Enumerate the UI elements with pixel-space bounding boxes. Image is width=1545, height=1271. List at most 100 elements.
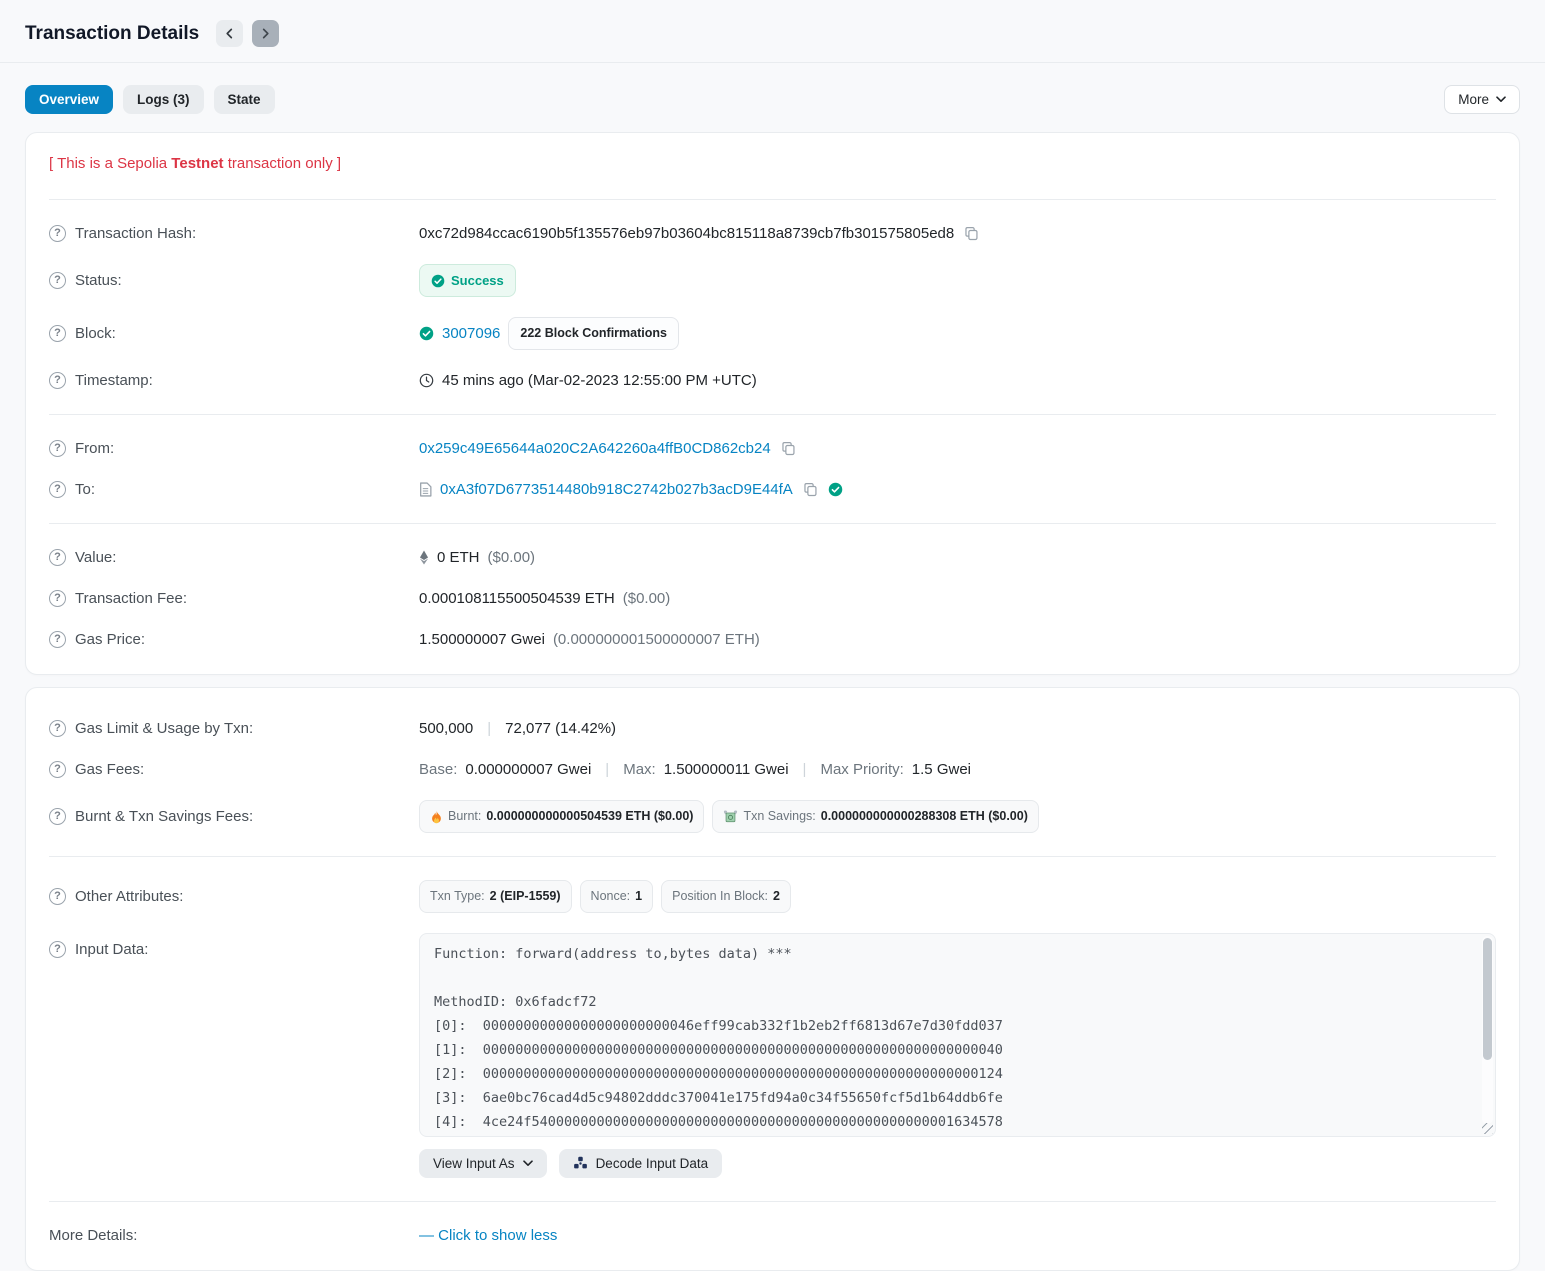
- block-confirmations-badge: 222 Block Confirmations: [508, 317, 679, 350]
- help-icon[interactable]: ?: [49, 325, 66, 342]
- copy-hash-button[interactable]: [962, 226, 981, 241]
- help-icon[interactable]: ?: [49, 888, 66, 905]
- value-label: Value:: [75, 547, 116, 568]
- page-header: Transaction Details: [0, 0, 1545, 63]
- burnt-value: 0.000000000000504539 ETH ($0.00): [486, 806, 693, 827]
- eth-icon: [419, 550, 429, 565]
- txn-savings-value: 0.000000000000288308 ETH ($0.00): [821, 806, 1028, 827]
- gas-price-eth: (0.000000001500000007 ETH): [553, 629, 760, 650]
- transaction-hash-value: 0xc72d984ccac6190b5f135576eb97b03604bc81…: [419, 223, 954, 244]
- details-card: ? Gas Limit & Usage by Txn: 500,000 | 72…: [25, 687, 1520, 1271]
- divider: [49, 1201, 1496, 1202]
- gas-limit-label: Gas Limit & Usage by Txn:: [75, 718, 253, 739]
- clock-icon: [419, 373, 434, 388]
- input-data-label: Input Data:: [75, 939, 148, 960]
- fire-icon: [430, 810, 443, 824]
- gas-price-amount: 1.500000007 Gwei: [419, 629, 545, 650]
- burnt-savings-label: Burnt & Txn Savings Fees:: [75, 806, 253, 827]
- chevron-left-icon: [224, 28, 235, 39]
- txn-savings-badge: Txn Savings: 0.000000000000288308 ETH ($…: [712, 800, 1038, 833]
- position-value: 2: [773, 886, 780, 907]
- to-address-link[interactable]: 0xA3f07D6773514480b918C2742b027b3acD9E44…: [440, 479, 793, 500]
- block-number-link[interactable]: 3007096: [442, 323, 500, 344]
- transaction-fee-amount: 0.000108115500504539 ETH: [419, 588, 615, 609]
- view-input-as-button[interactable]: View Input As: [419, 1149, 547, 1178]
- help-icon[interactable]: ?: [49, 761, 66, 778]
- max-priority-fee-value: 1.5 Gwei: [912, 759, 971, 780]
- base-fee-label: Base:: [419, 759, 457, 780]
- check-circle-icon: [431, 274, 445, 288]
- input-data-code: Function: forward(address to,bytes data)…: [420, 934, 1495, 1137]
- testnet-notice: [ This is a Sepolia Testnet transaction …: [49, 153, 1496, 186]
- help-icon[interactable]: ?: [49, 941, 66, 958]
- previous-transaction-button[interactable]: [216, 20, 243, 47]
- help-icon[interactable]: ?: [49, 225, 66, 242]
- row-to: ? To: 0xA3f07D6773514480b918C2742b027b3a…: [49, 469, 1496, 510]
- help-icon[interactable]: ?: [49, 720, 66, 737]
- more-label: More: [1458, 92, 1489, 107]
- value-usd: ($0.00): [488, 547, 536, 568]
- row-gas-fees: ? Gas Fees: Base: 0.000000007 Gwei | Max…: [49, 749, 1496, 790]
- more-dropdown-button[interactable]: More: [1444, 85, 1520, 114]
- view-input-as-label: View Input As: [433, 1156, 515, 1171]
- timestamp-label: Timestamp:: [75, 370, 153, 391]
- copy-to-address-button[interactable]: [801, 482, 820, 497]
- tab-state[interactable]: State: [214, 85, 275, 114]
- help-icon[interactable]: ?: [49, 549, 66, 566]
- money-with-wings-icon: [723, 810, 738, 823]
- nonce-label: Nonce:: [591, 886, 631, 907]
- row-block: ? Block: 3007096 222 Block Confirmations: [49, 307, 1496, 360]
- position-in-block-badge: Position In Block: 2: [661, 880, 791, 913]
- scrollbar-thumb[interactable]: [1483, 938, 1492, 1060]
- divider: [49, 856, 1496, 857]
- burnt-label: Burnt:: [448, 806, 481, 827]
- decode-input-data-label: Decode Input Data: [596, 1156, 709, 1171]
- gas-price-label: Gas Price:: [75, 629, 145, 650]
- block-label: Block:: [75, 323, 116, 344]
- row-gas-limit: ? Gas Limit & Usage by Txn: 500,000 | 72…: [49, 708, 1496, 749]
- verified-check-icon: [828, 482, 843, 497]
- separator: |: [797, 759, 813, 780]
- chevron-down-icon: [1496, 96, 1506, 103]
- copy-from-address-button[interactable]: [779, 441, 798, 456]
- tab-overview[interactable]: Overview: [25, 85, 113, 114]
- transaction-fee-usd: ($0.00): [623, 588, 671, 609]
- tab-logs[interactable]: Logs (3): [123, 85, 204, 114]
- scrollbar-track[interactable]: [1482, 936, 1493, 1124]
- copy-icon: [964, 226, 979, 241]
- input-data-textarea[interactable]: Function: forward(address to,bytes data)…: [419, 933, 1496, 1137]
- row-transaction-hash: ? Transaction Hash: 0xc72d984ccac6190b5f…: [49, 213, 1496, 254]
- next-transaction-button[interactable]: [252, 20, 279, 47]
- help-icon[interactable]: ?: [49, 272, 66, 289]
- nonce-value: 1: [635, 886, 642, 907]
- value-amount: 0 ETH: [437, 547, 480, 568]
- max-fee-label: Max:: [623, 759, 656, 780]
- divider: [49, 414, 1496, 415]
- contract-file-icon: [419, 482, 432, 497]
- row-input-data: ? Input Data: Function: forward(address …: [49, 923, 1496, 1188]
- copy-icon: [781, 441, 796, 456]
- resize-grip[interactable]: [1482, 1123, 1493, 1134]
- decode-input-data-button[interactable]: Decode Input Data: [559, 1149, 723, 1178]
- help-icon[interactable]: ?: [49, 440, 66, 457]
- separator: |: [481, 718, 497, 739]
- row-value: ? Value: 0 ETH ($0.00): [49, 537, 1496, 578]
- help-icon[interactable]: ?: [49, 481, 66, 498]
- max-priority-fee-label: Max Priority:: [820, 759, 903, 780]
- overview-card: [ This is a Sepolia Testnet transaction …: [25, 132, 1520, 675]
- txn-savings-label: Txn Savings:: [743, 806, 815, 827]
- row-burnt-savings: ? Burnt & Txn Savings Fees: Burnt: 0.000…: [49, 790, 1496, 843]
- txn-type-value: 2 (EIP-1559): [490, 886, 561, 907]
- check-circle-icon: [419, 326, 434, 341]
- help-icon[interactable]: ?: [49, 372, 66, 389]
- position-label: Position In Block:: [672, 886, 768, 907]
- help-icon[interactable]: ?: [49, 808, 66, 825]
- separator: |: [599, 759, 615, 780]
- from-address-link[interactable]: 0x259c49E65644a020C2A642260a4ffB0CD862cb…: [419, 438, 771, 459]
- txn-type-badge: Txn Type: 2 (EIP-1559): [419, 880, 572, 913]
- show-less-link[interactable]: — Click to show less: [419, 1225, 557, 1246]
- help-icon[interactable]: ?: [49, 631, 66, 648]
- to-label: To:: [75, 479, 95, 500]
- row-other-attributes: ? Other Attributes: Txn Type: 2 (EIP-155…: [49, 870, 1496, 923]
- help-icon[interactable]: ?: [49, 590, 66, 607]
